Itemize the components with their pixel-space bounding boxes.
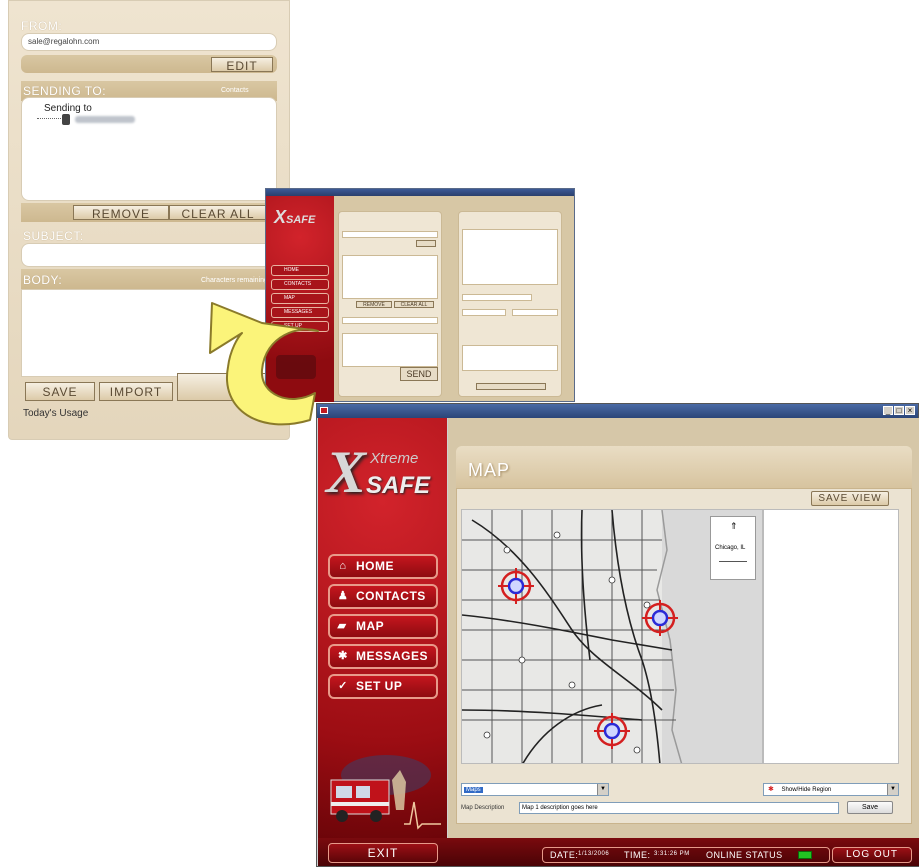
map-legend: ⇑ Chicago, IL (710, 516, 756, 580)
thumbnail-body (342, 333, 438, 367)
time-value: 3:31:26 PM (654, 851, 690, 857)
home-icon: ⌂ (339, 560, 347, 572)
remove-button[interactable]: REMOVE (73, 205, 169, 221)
minimize-button[interactable]: _ (883, 406, 893, 415)
thumb-nav-contacts[interactable]: CONTACTS (271, 279, 329, 290)
characters-remaining: Characters remaining (201, 277, 268, 284)
brand-logo: X Xtreme SAFE (326, 439, 431, 505)
thumbnail-select-2 (462, 309, 506, 316)
logout-button[interactable]: LOG OUT (832, 847, 912, 863)
nav-map[interactable]: ▰ MAP (328, 614, 438, 639)
nav-contacts[interactable]: ♟ CONTACTS (328, 584, 438, 609)
edit-button[interactable]: EDIT (211, 57, 273, 73)
region-toggle-select[interactable]: ✱ Show/Hide Region ▼ (763, 783, 899, 796)
sending-to-label: SENDING TO: (23, 84, 107, 98)
thumbnail-subject (342, 317, 438, 324)
nav-map-label: MAP (356, 619, 385, 633)
body-label: BODY: (23, 273, 63, 287)
map-description-label: Map Description (461, 805, 505, 811)
recipients-header: Sending to (44, 103, 92, 114)
thumbnail-from (342, 231, 438, 238)
messages-icon: ✱ (338, 650, 348, 662)
main-window: _ □ × X Xtreme SAFE ⌂ HOME ♟ CONTACTS ▰ … (316, 403, 919, 867)
map-icon: ▰ (337, 620, 347, 632)
subject-field[interactable] (21, 243, 277, 267)
nav-messages[interactable]: ✱ MESSAGES (328, 644, 438, 669)
save-view-button[interactable]: SAVE VIEW (811, 491, 889, 506)
legend-city: Chicago, IL (715, 545, 746, 551)
close-button[interactable]: × (905, 406, 915, 415)
sidebar: X Xtreme SAFE ⌂ HOME ♟ CONTACTS ▰ MAP ✱ … (318, 418, 447, 838)
contact-icon (62, 114, 70, 125)
map-header: MAP (456, 446, 912, 492)
fire-truck-image (330, 755, 441, 830)
north-arrow-icon: ⇑ (730, 521, 738, 531)
map-description-save-button[interactable]: Save (847, 801, 893, 814)
scale-bar (719, 561, 747, 562)
from-label: FROM: (21, 19, 63, 33)
map-select-value: Maps (464, 787, 483, 793)
content-area: MAP SAVE VIEW ⇑ Chicago, IL Maps ▼ ✱ Sho… (448, 418, 919, 838)
thumbnail-send-button[interactable]: SEND (400, 367, 438, 381)
thumbnail-edit (416, 240, 436, 247)
date-label: DATE: (550, 850, 579, 860)
nav-setup[interactable]: ✓ SET UP (328, 674, 438, 699)
brand-top-text: Xtreme (370, 450, 419, 467)
chevron-down-icon: ▼ (887, 784, 898, 795)
region-marker-icon: ✱ (768, 786, 774, 793)
time-label: TIME: (624, 850, 651, 860)
setup-icon: ✓ (338, 680, 348, 692)
save-button[interactable]: SAVE (25, 382, 95, 401)
todays-usage-label: Today's Usage (23, 408, 89, 419)
nav-setup-label: SET UP (356, 679, 403, 693)
map-description-field[interactable]: Map 1 description goes here (519, 802, 839, 814)
from-field[interactable]: sale@regalohn.com (21, 33, 277, 51)
thumbnail-recipients (342, 255, 438, 299)
contacts-link[interactable]: Contacts (221, 87, 249, 94)
page-title: MAP (468, 460, 511, 480)
maximize-button[interactable]: □ (894, 406, 904, 415)
thumbnail-select-3 (512, 309, 558, 316)
nav-messages-label: MESSAGES (356, 649, 429, 663)
target-marker-icon[interactable] (642, 600, 678, 636)
date-value: 1/13/2006 (578, 851, 610, 857)
nav-contacts-label: CONTACTS (356, 589, 426, 603)
thumbnail-action (476, 383, 546, 390)
thumbnail-logo: XSAFE (274, 207, 316, 227)
contact-name-blurred[interactable] (75, 116, 135, 123)
region-toggle-label: Show/Hide Region (781, 787, 832, 793)
target-marker-icon[interactable] (498, 568, 534, 604)
online-status-indicator (798, 851, 812, 859)
thumbnail-select-1 (462, 294, 532, 301)
window-titlebar (317, 404, 918, 418)
brand-bottom-text: SAFE (366, 472, 431, 499)
nav-home[interactable]: ⌂ HOME (328, 554, 438, 579)
thumbnail-remove: REMOVE (356, 301, 392, 308)
map-side-panel (763, 509, 899, 764)
thumbnail-list (462, 229, 558, 285)
status-bar: EXIT DATE: 1/13/2006 TIME: 3:31:26 PM ON… (318, 838, 919, 866)
thumb-nav-home[interactable]: HOME (271, 265, 329, 276)
subject-label: SUBJECT: (23, 229, 84, 243)
online-status-label: ONLINE STATUS (706, 850, 783, 860)
chevron-down-icon: ▼ (597, 784, 608, 795)
exit-button[interactable]: EXIT (328, 843, 438, 863)
contacts-icon: ♟ (337, 590, 349, 602)
app-icon (320, 407, 328, 414)
map-select[interactable]: Maps ▼ (461, 783, 609, 796)
clear-all-button[interactable]: CLEAR ALL (169, 205, 267, 221)
thumbnail-titlebar (266, 189, 574, 196)
target-marker-icon[interactable] (594, 713, 630, 749)
curved-arrow-icon (209, 302, 319, 426)
thumbnail-notes (462, 345, 558, 371)
nav-home-label: HOME (356, 559, 394, 573)
map-view[interactable]: ⇑ Chicago, IL (461, 509, 763, 764)
map-panel: SAVE VIEW ⇑ Chicago, IL Maps ▼ ✱ Show/Hi… (456, 488, 912, 824)
thumbnail-clear-all: CLEAR ALL (394, 301, 434, 308)
